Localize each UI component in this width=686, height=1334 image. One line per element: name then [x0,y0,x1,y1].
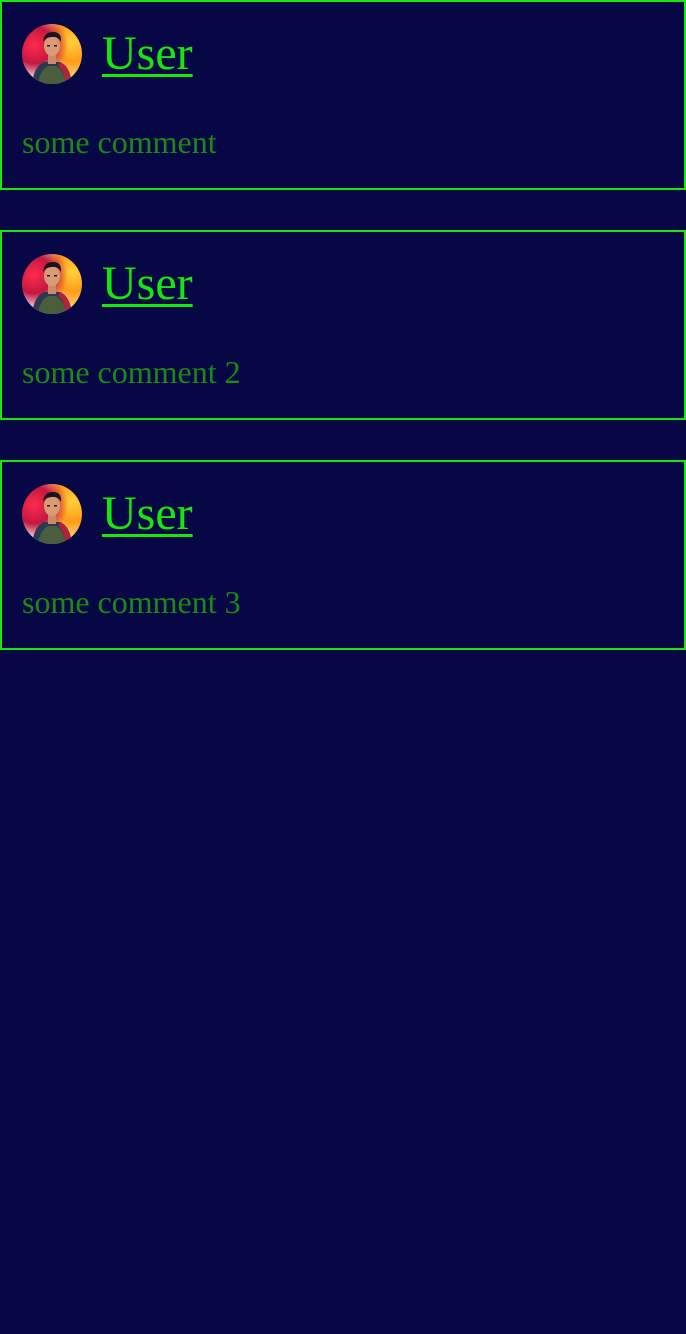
avatar-icon [32,262,72,314]
avatar[interactable] [22,484,82,544]
avatar[interactable] [22,254,82,314]
comment-text: some comment [22,124,217,160]
username-link[interactable]: User [102,24,193,84]
comment-header: User [22,254,193,314]
comment-card: User some comment 2 [0,230,686,420]
avatar-icon [32,492,72,544]
avatar[interactable] [22,24,82,84]
comment-list: User some comment User some comment 2 Us… [0,0,686,650]
comment-card: User some comment 3 [0,460,686,650]
comment-text: some comment 2 [22,354,241,390]
username-link[interactable]: User [102,254,193,314]
comment-header: User [22,484,193,544]
avatar-icon [32,32,72,84]
comment-card: User some comment [0,0,686,190]
comment-text: some comment 3 [22,584,241,620]
comment-header: User [22,24,193,84]
username-link[interactable]: User [102,484,193,544]
